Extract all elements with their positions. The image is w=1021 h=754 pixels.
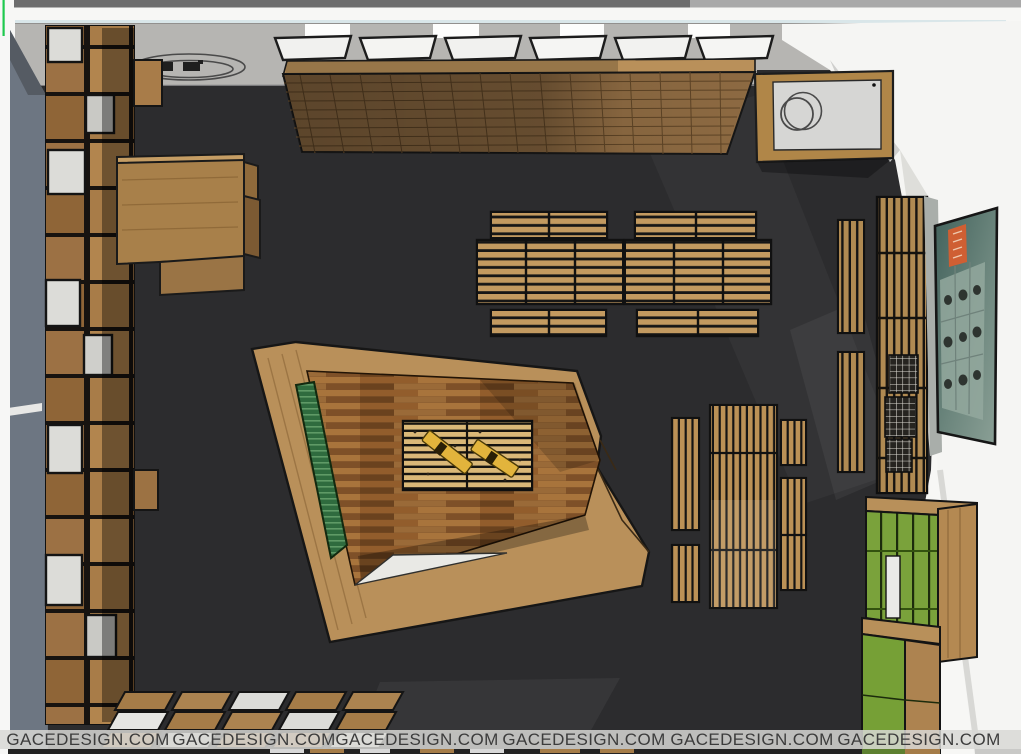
- interior-render-stage: GACEDESIGN.COM GACEDESIGN.COM GACEDESIGN…: [0, 0, 1021, 754]
- skylight-panel: [615, 36, 691, 60]
- bench-cluster-left: [477, 212, 623, 336]
- axis-line-green: [3, 0, 5, 36]
- shelf-protrusion: [134, 60, 162, 106]
- watermark-text: GACEDESIGN.COM: [6, 730, 169, 749]
- shelf-protrusion: [134, 470, 158, 510]
- watermark-band: GACEDESIGN.COM GACEDESIGN.COM GACEDESIGN…: [0, 730, 1021, 749]
- skylight-panel: [360, 36, 436, 60]
- watermark-text: GACEDESIGN.COM: [670, 730, 833, 749]
- wood-slat-screen: [283, 59, 755, 154]
- bench-cluster-right: [625, 212, 771, 336]
- ac-cabinet: [755, 71, 893, 178]
- green-shelf-front: [866, 511, 938, 628]
- watermark-text: GACEDESIGN.COM: [335, 730, 498, 749]
- top-strip-dark: [14, 0, 690, 8]
- top-strip-light: [690, 0, 1021, 8]
- tall-slat-shelf: [877, 197, 927, 493]
- watermark-text: GACEDESIGN.COM: [837, 730, 1000, 749]
- ceiling-speaker-icon: [183, 62, 200, 71]
- wall-poster: [924, 196, 997, 456]
- vertical-bench-group: [672, 405, 806, 608]
- bottom-edge-strip: [8, 749, 1021, 754]
- left-wall: [8, 30, 48, 754]
- skylight-panel: [530, 36, 606, 60]
- poster-seal: [948, 224, 967, 267]
- interior-render: GACEDESIGN.COM GACEDESIGN.COM GACEDESIGN…: [0, 0, 1021, 754]
- skylight-panel: [697, 36, 773, 60]
- skylight-panel: [275, 36, 351, 60]
- watermark-text: GACEDESIGN.COM: [172, 730, 335, 749]
- left-white-edge: [0, 8, 10, 754]
- watermark-text: GACEDESIGN.COM: [502, 730, 665, 749]
- skylight-panel: [445, 36, 521, 60]
- platform-display-table: [403, 421, 532, 490]
